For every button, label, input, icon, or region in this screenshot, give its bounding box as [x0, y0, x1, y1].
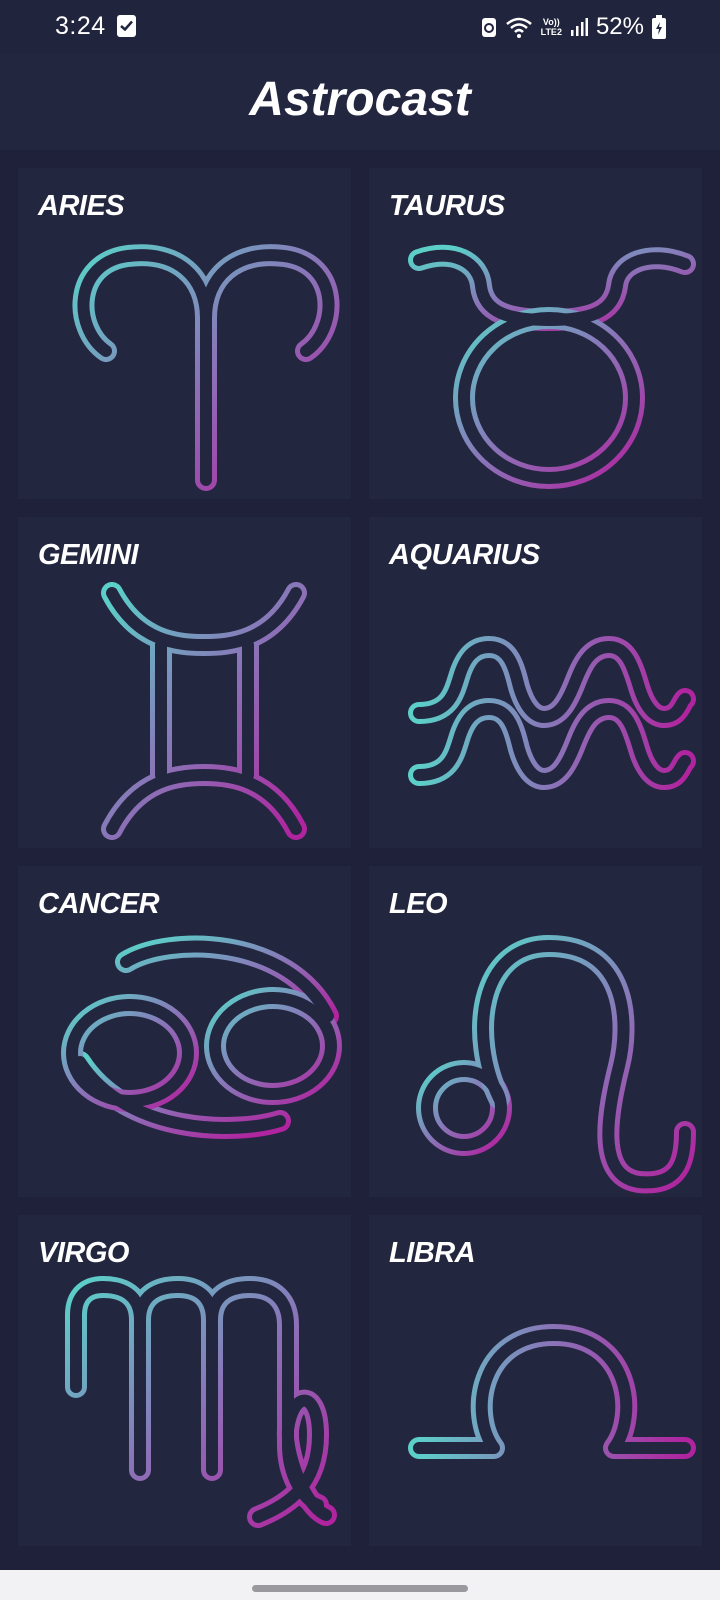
status-bar: 3:24 Vo)) LTE2 52%	[0, 0, 720, 54]
libra-icon	[408, 1324, 696, 1516]
leo-icon	[416, 935, 696, 1194]
cancer-icon	[61, 935, 342, 1139]
wifi-icon	[505, 15, 533, 39]
recycle-icon	[481, 16, 497, 38]
zodiac-card-aries[interactable]: ARIES	[18, 168, 351, 499]
zodiac-card-libra[interactable]: LIBRA	[369, 1215, 702, 1546]
zodiac-card-gemini[interactable]: GEMINI	[18, 517, 351, 848]
zodiac-card-cancer[interactable]: CANCER	[18, 866, 351, 1197]
home-gesture-handle[interactable]	[252, 1585, 468, 1592]
zodiac-card-virgo[interactable]: VIRGO	[18, 1215, 351, 1546]
signal-icon	[570, 17, 588, 37]
status-icons: Vo)) LTE2 52%	[481, 10, 666, 44]
volte-line2: LTE2	[540, 27, 562, 37]
battery-icon	[652, 15, 666, 39]
taurus-icon	[408, 244, 696, 489]
aquarius-icon	[408, 636, 696, 790]
check-notification-icon	[117, 15, 136, 37]
app-bar: Astrocast	[0, 54, 720, 150]
zodiac-card-leo[interactable]: LEO	[369, 866, 702, 1197]
app-title: Astrocast	[249, 73, 471, 126]
aries-icon	[72, 244, 340, 491]
virgo-icon	[65, 1276, 337, 1528]
volte-icon: Vo)) LTE2	[541, 17, 562, 37]
volte-line1: Vo))	[542, 17, 560, 27]
battery-percent: 52%	[595, 13, 644, 40]
zodiac-card-aquarius[interactable]: AQUARIUS	[369, 517, 702, 848]
gemini-icon	[101, 582, 307, 840]
zodiac-card-taurus[interactable]: TAURUS	[369, 168, 702, 499]
navigation-bar	[0, 1570, 720, 1600]
status-time: 3:24	[55, 12, 106, 40]
